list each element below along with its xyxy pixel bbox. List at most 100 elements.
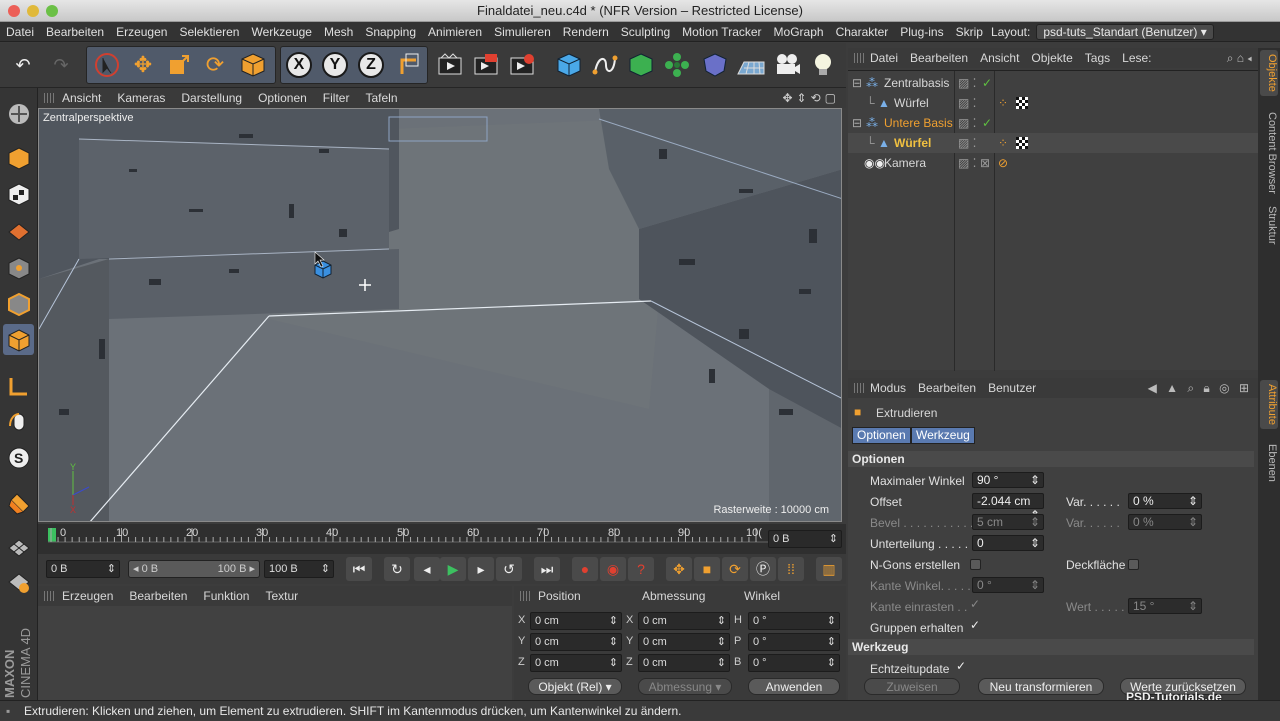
vp-menu-ansicht[interactable]: Ansicht [54,91,109,105]
key-position-icon[interactable]: ✥ [666,557,692,581]
search-icon[interactable]: ⌕ ⌂ ◂ [1227,51,1252,66]
size-z-field[interactable]: 0 cm ⇕ [638,654,730,672]
keep-groups-checkbox[interactable]: ✓ [970,618,980,632]
obj-menu-lesezeichen[interactable]: Lese: [1116,51,1157,65]
edge-angle-field[interactable]: 0 ° ⇕ [972,577,1044,593]
render-settings-icon[interactable] [506,48,540,82]
key-rotation-icon[interactable]: ⟳ [722,557,748,581]
tab-werkzeug[interactable]: Werkzeug [911,427,975,444]
obj-menu-bearbeiten[interactable]: Bearbeiten [904,51,974,65]
workplane-mode-icon[interactable] [3,214,34,245]
cap-checkbox[interactable] [1128,559,1139,570]
tab-ebenen[interactable]: Ebenen [1260,440,1278,486]
coordinate-system-icon[interactable] [392,48,426,82]
vp-menu-filter[interactable]: Filter [315,91,358,105]
redo-icon[interactable]: ↷ [44,48,78,82]
size-y-field[interactable]: 0 cm ⇕ [638,633,730,651]
move-icon[interactable]: ✥ [126,48,160,82]
vp-menu-tafeln[interactable]: Tafeln [357,91,405,105]
texture-tag-icon[interactable] [1016,137,1028,149]
mat-menu-bearbeiten[interactable]: Bearbeiten [121,589,195,603]
spline-icon[interactable] [588,48,622,82]
texture-tag-icon[interactable] [1016,97,1028,109]
menu-snapping[interactable]: Snapping [359,25,422,39]
phong-tag-icon[interactable]: ⁘ [998,93,1008,113]
menu-animieren[interactable]: Animieren [422,25,488,39]
tree-row-zentralbasis[interactable]: ⊟ ⁂ Zentralbasis ▨ ⁚ ✓ [848,73,1258,93]
menu-selektieren[interactable]: Selektieren [173,25,245,39]
visibility-icon[interactable]: ▨ ⁚ [958,133,977,153]
z-axis-lock-button[interactable]: Z [354,48,388,82]
vp-menu-optionen[interactable]: Optionen [250,91,315,105]
minimize-window-icon[interactable] [27,5,39,17]
record-keys-icon[interactable]: ● [572,557,598,581]
position-x-field[interactable]: 0 cm ⇕ [530,612,622,630]
tab-attribute[interactable]: Attribute [1260,380,1278,429]
array-icon[interactable] [660,48,694,82]
current-frame-field[interactable]: 0 B ⇕ [768,530,842,548]
rotation-b-field[interactable]: 0 ° ⇕ [748,654,840,672]
y-axis-lock-button[interactable]: Y [318,48,352,82]
obj-menu-tags[interactable]: Tags [1079,51,1116,65]
3d-viewport[interactable]: Y X Zentralperspektive Rasterweite : 100… [38,108,842,522]
zoom-window-icon[interactable] [46,5,58,17]
cube-primitive-icon[interactable] [552,48,586,82]
collapse-icon[interactable]: ⊟ [852,113,862,133]
tab-objekte[interactable]: Objekte [1260,50,1278,96]
undo-icon[interactable]: ↶ [6,48,40,82]
offset-field[interactable]: -2.044 cm⇕ [972,493,1044,522]
points-mode-icon[interactable] [3,252,34,283]
tweak-mode-icon[interactable] [3,406,34,437]
play-icon[interactable]: ▶ [440,557,466,581]
magnet-icon[interactable] [3,488,34,519]
material-list-area[interactable] [38,606,512,700]
assign-button[interactable]: Zuweisen [864,678,960,695]
tab-optionen[interactable]: Optionen [852,427,911,444]
tab-struktur[interactable]: Struktur [1260,202,1278,249]
x-axis-lock-button[interactable]: X [282,48,316,82]
subdivision-field[interactable]: 0 ⇕ [972,535,1044,551]
collapse-icon[interactable]: ⊟ [852,73,862,93]
new-transform-button[interactable]: Neu transformieren [978,678,1104,695]
key-point-level-icon[interactable]: ⁞⁞ [778,557,804,581]
scale-icon[interactable] [162,48,196,82]
key-parameter-icon[interactable]: Ⓟ [750,557,776,581]
tab-content-browser[interactable]: Content Browser [1260,108,1278,198]
layout-select[interactable]: psd-tuts_Standart (Benutzer) ▾ [1036,23,1214,40]
vp-menu-kameras[interactable]: Kameras [109,91,173,105]
snap-icon[interactable]: S [3,442,34,473]
phong-tag-icon[interactable]: ⁘ [998,133,1008,153]
model-mode-icon[interactable] [3,142,34,173]
previous-key-icon[interactable]: ↻ [384,557,410,581]
menu-erzeugen[interactable]: Erzeugen [110,25,173,39]
size-x-field[interactable]: 0 cm ⇕ [638,612,730,630]
deformer-icon[interactable] [698,48,732,82]
attr-menu-modus[interactable]: Modus [864,381,912,395]
obj-menu-datei[interactable]: Datei [864,51,904,65]
menu-plugins[interactable]: Plug-ins [894,25,949,39]
coordinate-mode-select[interactable]: Objekt (Rel) ▾ [528,678,622,695]
obj-menu-ansicht[interactable]: Ansicht [974,51,1025,65]
grid-snap-icon[interactable] [3,566,34,597]
var-field[interactable]: 0 % ⇕ [1128,493,1202,509]
polygons-mode-icon[interactable] [3,324,34,355]
tree-row-wuerfel-1[interactable]: └ ▲ Würfel ▨ ⁚ ⁘ [848,93,1258,113]
size-mode-select[interactable]: Abmessung ▾ [638,678,732,695]
menu-datei[interactable]: Datei [0,25,40,39]
next-frame-icon[interactable]: ▸ [468,557,494,581]
timeline-window-icon[interactable]: ▥ [816,557,842,581]
vp-menu-darstellung[interactable]: Darstellung [173,91,250,105]
attr-menu-benutzer[interactable]: Benutzer [982,381,1042,395]
edge-snap-checkbox[interactable]: ✓ [970,597,980,611]
protection-tag-icon[interactable]: ⊘ [998,153,1008,173]
previous-frame-icon[interactable]: ◂ [414,557,440,581]
realtime-update-checkbox[interactable]: ✓ [956,659,966,673]
visibility-icon[interactable]: ▨ ⁚ [958,113,977,133]
bevel-field[interactable]: 5 cm ⇕ [972,514,1044,530]
var2-field[interactable]: 0 % ⇕ [1128,514,1202,530]
camera-icon[interactable] [770,48,804,82]
wert-field[interactable]: 15 ° ⇕ [1128,598,1202,614]
axis-mode-icon[interactable] [3,370,34,401]
position-z-field[interactable]: 0 cm ⇕ [530,654,622,672]
obj-menu-objekte[interactable]: Objekte [1025,51,1078,65]
